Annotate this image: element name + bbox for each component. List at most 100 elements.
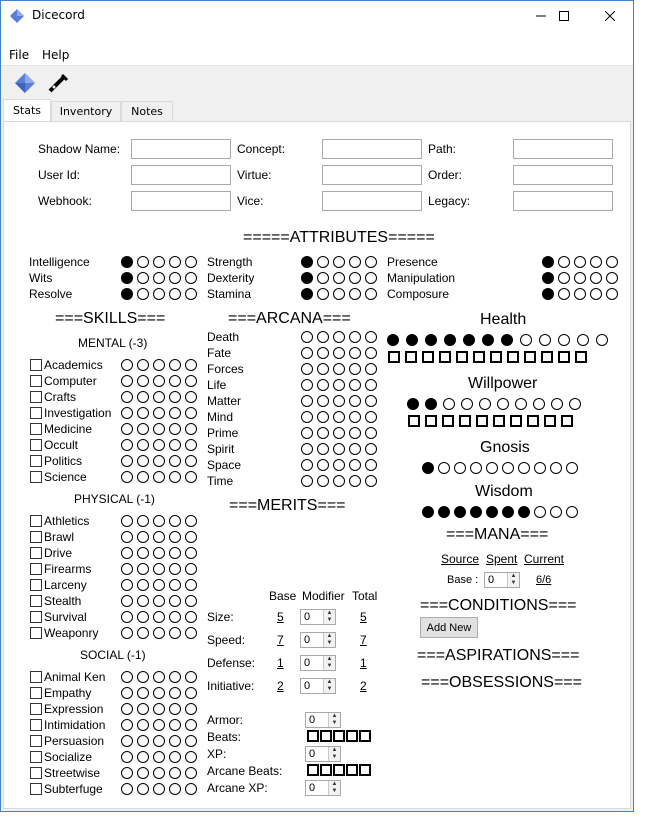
arcanum-dots[interactable] <box>301 379 377 391</box>
beats-boxes-box[interactable] <box>307 730 319 742</box>
willpower-dots-dot[interactable] <box>551 398 563 410</box>
skill-specialty-checkbox[interactable] <box>30 767 42 779</box>
skill-dots-dot[interactable] <box>153 375 165 387</box>
arcanum-dots-dot[interactable] <box>301 443 313 455</box>
wisdom-dots-dot[interactable] <box>454 506 466 518</box>
maximize-button[interactable] <box>541 1 587 31</box>
arcanum-dots-dot[interactable] <box>349 459 361 471</box>
willpower-dots-dot[interactable] <box>515 398 527 410</box>
arcane-beats-boxes[interactable] <box>307 764 371 776</box>
gnosis-dots-dot[interactable] <box>518 462 530 474</box>
health-damage-boxes[interactable] <box>388 351 587 363</box>
skill-dots-dot[interactable] <box>185 719 197 731</box>
skill-dots-dot[interactable] <box>121 531 133 543</box>
arcanum-dots-dot[interactable] <box>365 331 377 343</box>
wisdom-dots-dot[interactable] <box>534 506 546 518</box>
arcanum-dots-dot[interactable] <box>365 459 377 471</box>
willpower-dots-dot[interactable] <box>533 398 545 410</box>
skill-dots-dot[interactable] <box>169 531 181 543</box>
willpower-dots-dot[interactable] <box>425 398 437 410</box>
skill-dots-dot[interactable] <box>153 439 165 451</box>
skill-dots-dot[interactable] <box>185 687 197 699</box>
arcanum-dots-dot[interactable] <box>301 395 313 407</box>
gnosis-dots-dot[interactable] <box>550 462 562 474</box>
derived-modifier-spin[interactable]: 0 ▲ ▼ <box>300 678 336 694</box>
attribute-dots[interactable] <box>542 256 618 268</box>
skill-dots-dot[interactable] <box>169 751 181 763</box>
arcanum-dots-dot[interactable] <box>301 459 313 471</box>
wisdom-dots-dot[interactable] <box>566 506 578 518</box>
arcanum-dots-dot[interactable] <box>333 331 345 343</box>
skill-specialty-checkbox[interactable] <box>30 391 42 403</box>
field-input[interactable] <box>131 165 231 185</box>
skill-dots[interactable] <box>121 439 197 451</box>
skill-dots-dot[interactable] <box>121 671 133 683</box>
skill-dots-dot[interactable] <box>137 751 149 763</box>
wisdom-dots-dot[interactable] <box>550 506 562 518</box>
attribute-dots-dot[interactable] <box>317 288 329 300</box>
derived-modifier-spin[interactable]: 0 ▲ ▼ <box>300 609 336 625</box>
derived-modifier-spin[interactable]: 0 ▲ ▼ <box>300 632 336 648</box>
skill-dots-dot[interactable] <box>121 471 133 483</box>
skill-specialty-checkbox[interactable] <box>30 751 42 763</box>
dice-icon[interactable] <box>13 71 37 95</box>
attribute-dots-dot[interactable] <box>169 272 181 284</box>
skill-dots-dot[interactable] <box>169 391 181 403</box>
attribute-dots-dot[interactable] <box>542 288 554 300</box>
skill-specialty-checkbox[interactable] <box>30 439 42 451</box>
skill-dots-dot[interactable] <box>153 455 165 467</box>
skill-dots-dot[interactable] <box>121 579 133 591</box>
skill-dots-dot[interactable] <box>137 767 149 779</box>
spin-arrows-icon[interactable]: ▲ ▼ <box>328 747 340 761</box>
arcanum-dots-dot[interactable] <box>365 475 377 487</box>
attribute-dots[interactable] <box>121 256 197 268</box>
skill-dots[interactable] <box>121 579 197 591</box>
skill-dots-dot[interactable] <box>169 767 181 779</box>
willpower-boxes-box[interactable] <box>544 415 556 427</box>
attribute-dots-dot[interactable] <box>137 288 149 300</box>
skill-dots-dot[interactable] <box>121 719 133 731</box>
skill-specialty-checkbox[interactable] <box>30 611 42 623</box>
attribute-dots-dot[interactable] <box>574 288 586 300</box>
skill-dots[interactable] <box>121 627 197 639</box>
skill-dots-dot[interactable] <box>169 595 181 607</box>
skill-dots-dot[interactable] <box>137 391 149 403</box>
skill-dots-dot[interactable] <box>169 783 181 795</box>
skill-specialty-checkbox[interactable] <box>30 783 42 795</box>
attribute-dots-dot[interactable] <box>590 272 602 284</box>
attribute-dots-dot[interactable] <box>121 256 133 268</box>
gnosis-dots-dot[interactable] <box>422 462 434 474</box>
arcanum-dots-dot[interactable] <box>317 379 329 391</box>
skill-dots-dot[interactable] <box>169 563 181 575</box>
skill-dots-dot[interactable] <box>137 375 149 387</box>
skill-dots-dot[interactable] <box>169 735 181 747</box>
skill-dots-dot[interactable] <box>185 751 197 763</box>
skill-specialty-checkbox[interactable] <box>30 563 42 575</box>
skill-dots-dot[interactable] <box>121 767 133 779</box>
arcanum-dots-dot[interactable] <box>333 427 345 439</box>
skill-specialty-checkbox[interactable] <box>30 515 42 527</box>
attribute-dots-dot[interactable] <box>137 272 149 284</box>
skill-dots[interactable] <box>121 391 197 403</box>
attribute-dots-dot[interactable] <box>317 272 329 284</box>
arcanum-dots-dot[interactable] <box>333 379 345 391</box>
arcanum-dots-dot[interactable] <box>317 395 329 407</box>
skill-dots-dot[interactable] <box>185 531 197 543</box>
skill-dots-dot[interactable] <box>121 375 133 387</box>
skill-dots-dot[interactable] <box>169 611 181 623</box>
skill-specialty-checkbox[interactable] <box>30 735 42 747</box>
spin-arrows-icon[interactable]: ▲ ▼ <box>507 573 519 587</box>
armor-spin[interactable]: 0 ▲ ▼ <box>305 712 341 728</box>
skill-dots-dot[interactable] <box>153 391 165 403</box>
pen-icon[interactable] <box>46 71 70 95</box>
health-damage-boxes-box[interactable] <box>558 351 570 363</box>
arcanum-dots-dot[interactable] <box>301 347 313 359</box>
attribute-dots-dot[interactable] <box>169 256 181 268</box>
skill-dots-dot[interactable] <box>153 783 165 795</box>
skill-dots-dot[interactable] <box>137 407 149 419</box>
attribute-dots-dot[interactable] <box>558 272 570 284</box>
skill-dots-dot[interactable] <box>185 783 197 795</box>
arcanum-dots-dot[interactable] <box>333 395 345 407</box>
skill-dots-dot[interactable] <box>185 611 197 623</box>
attribute-dots-dot[interactable] <box>606 288 618 300</box>
